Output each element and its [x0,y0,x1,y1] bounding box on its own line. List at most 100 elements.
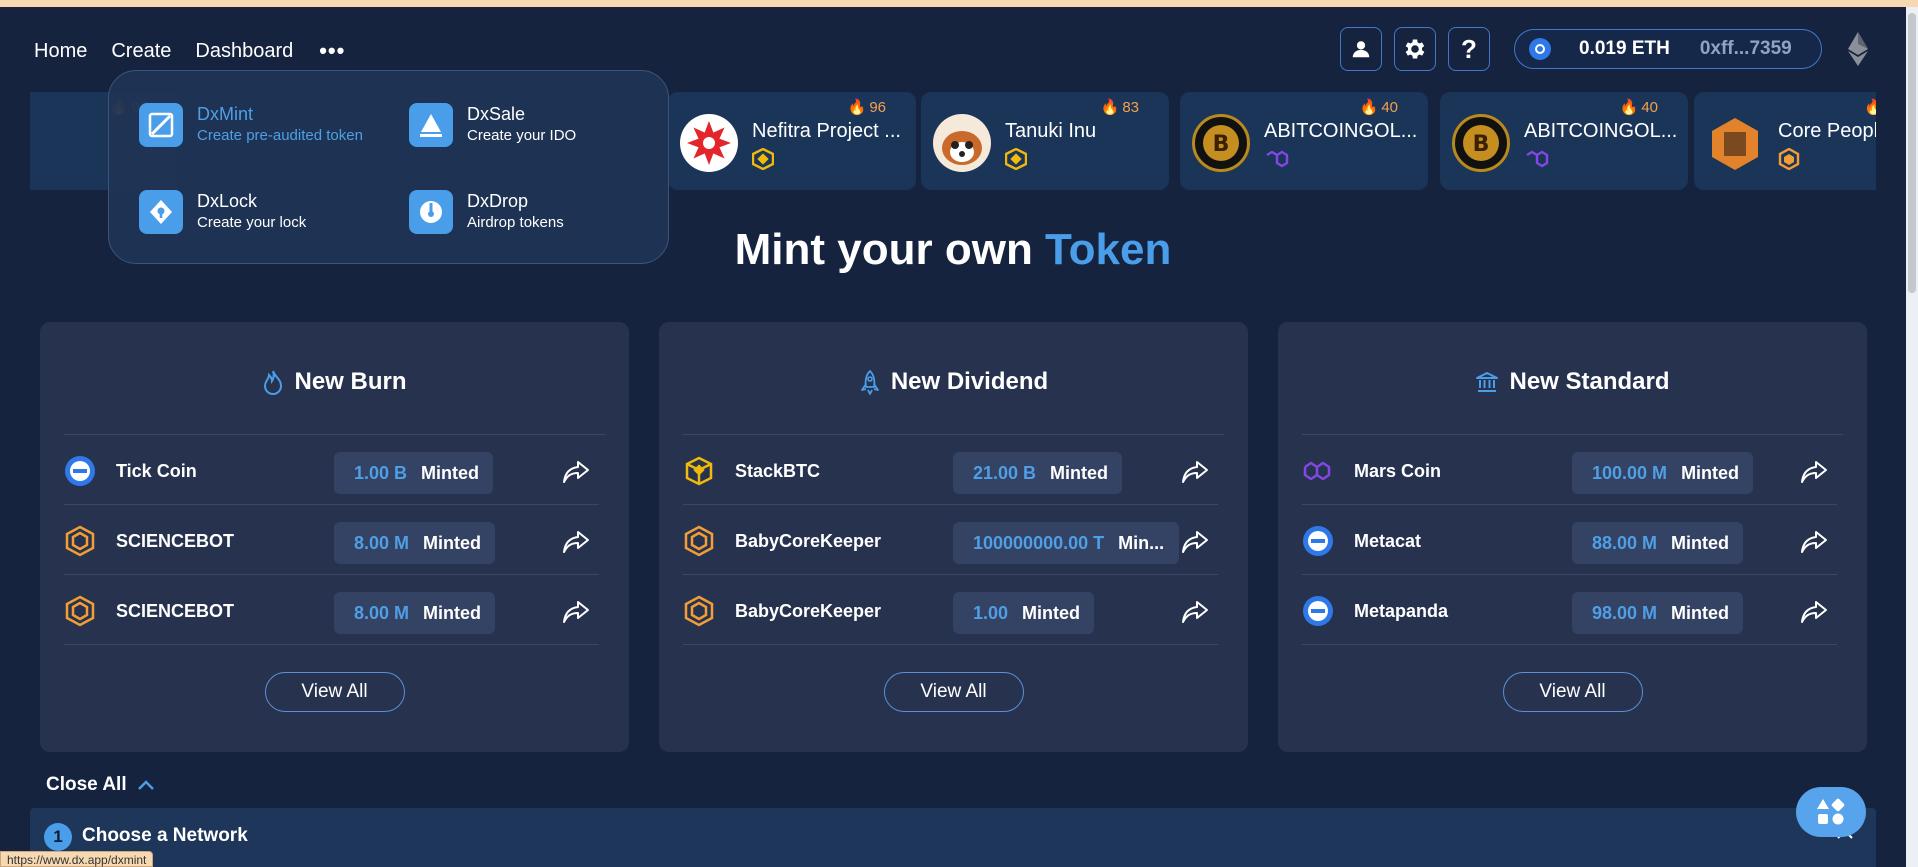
new-standard-panel: New Standard Mars Coin 100.00 M Minted Me… [1278,322,1867,752]
table-row[interactable]: SCIENCEBOT 8.00 M Minted [64,505,599,575]
ticker-token-name: ABITCOINGOL... [1524,120,1678,142]
view-all-button[interactable]: View All [883,672,1024,712]
core-chain-icon [1778,148,1800,170]
menu-item-subtitle: Create pre-audited token [197,127,363,144]
share-icon[interactable] [1180,457,1210,487]
ticker-card[interactable]: 🔥 Core People [1694,92,1876,190]
token-name: Tick Coin [116,461,197,481]
table-row[interactable]: Tick Coin 1.00 B Minted [64,435,599,505]
nav-create-link[interactable]: Create [111,40,171,63]
menu-item-dxlock[interactable]: DxLock Create your lock [139,190,306,234]
core-hex-icon [65,595,95,627]
view-all-button[interactable]: View All [1502,672,1643,712]
rocket-icon [860,370,879,395]
eth-coin-icon [1303,526,1333,556]
ticker-card[interactable]: 🔥 96 Nefitra Project ... [668,92,916,190]
eth-coin-icon [1529,38,1551,60]
panel-title: New Standard [1509,368,1670,395]
menu-item-subtitle: Airdrop tokens [467,214,564,231]
flame-icon: 🔥 [1359,99,1379,116]
polygon-chain-icon [1526,150,1549,168]
step-title: Choose a Network [82,825,248,846]
ticker-card[interactable]: 🔥 40 B ABITCOINGOL... [1440,92,1688,190]
bank-icon [1476,372,1499,392]
core-hex-icon [684,595,714,627]
trending-score: 🔥 96 [847,98,886,117]
close-all-toggle[interactable]: Close All [46,774,155,796]
token-logo [933,114,991,172]
token-name: SCIENCEBOT [116,601,235,621]
polygon-chain-icon [1266,150,1289,168]
shapes-icon [1817,798,1845,825]
ticker-token-name: ABITCOINGOL... [1264,120,1418,142]
token-name: Metacat [1354,531,1422,551]
eth-coin-icon [1303,596,1333,626]
menu-item-title: DxLock [197,191,258,211]
nav-more-button[interactable]: ••• [319,38,345,64]
ticker-token-name: Nefitra Project ... [752,120,901,142]
share-icon[interactable] [1180,527,1210,557]
menu-item-dxsale[interactable]: DxSale Create your IDO [409,103,576,147]
nav-dashboard-link[interactable]: Dashboard [195,40,293,63]
share-icon[interactable] [1799,597,1829,627]
dxlock-icon [139,190,183,234]
panel-title: New Dividend [890,368,1049,395]
main-nav: Home Create Dashboard ••• [34,38,345,64]
dxsale-icon [409,103,453,147]
wallet-button[interactable]: 0.019 ETH 0xff...7359 [1514,29,1822,69]
table-row[interactable]: BabyCoreKeeper 1.00 Minted [683,575,1218,645]
flame-icon [264,370,283,395]
menu-item-title: DxMint [197,104,254,124]
bnb-cube-icon [685,456,713,486]
table-row[interactable]: SCIENCEBOT 8.00 M Minted [64,575,599,645]
table-row[interactable]: Metapanda 98.00 M Minted [1302,575,1837,645]
ticker-card[interactable]: 🔥 83 Tanuki Inu [921,92,1169,190]
eth-coin-icon [65,456,95,486]
minted-pill: 1.00 B Minted [334,452,494,494]
header-actions: ? 0.019 ETH 0xff...7359 [1340,27,1822,71]
share-icon[interactable] [1180,597,1210,627]
share-icon[interactable] [561,597,591,627]
svg-text:B: B [1213,132,1230,157]
scrollbar-thumb[interactable] [1908,13,1916,293]
share-icon[interactable] [1799,457,1829,487]
settings-button[interactable] [1394,27,1436,71]
dxdrop-icon [409,190,453,234]
ticker-card[interactable]: 🔥 40 B ABITCOINGOL... [1180,92,1428,190]
profile-button[interactable] [1340,27,1382,71]
status-bar-url: https://www.dx.app/dxmint [0,851,154,867]
share-icon[interactable] [561,457,591,487]
trending-score: 🔥 40 [1619,98,1658,117]
share-icon[interactable] [561,527,591,557]
minted-pill: 100000000.00 T Min... [953,522,1179,564]
apps-fab-button[interactable] [1796,787,1866,837]
table-row[interactable]: StackBTC 21.00 B Minted [683,435,1218,505]
minted-pill: 98.00 M Minted [1572,592,1744,634]
minted-pill: 21.00 B Minted [953,452,1123,494]
view-all-button[interactable]: View All [264,672,405,712]
table-row[interactable]: Mars Coin 100.00 M Minted [1302,435,1837,505]
token-logo: B [1192,114,1250,172]
wallet-address: 0xff...7359 [1699,38,1792,59]
choose-network-step[interactable]: 1 Choose a Network [30,808,1876,867]
core-hex-icon [65,525,95,557]
table-row[interactable]: BabyCoreKeeper 100000000.00 T Min... [683,505,1218,575]
menu-item-subtitle: Create your IDO [467,127,577,144]
token-logo [680,114,738,172]
share-icon[interactable] [1799,527,1829,557]
trending-score: 🔥 83 [1100,98,1139,117]
gear-icon [1405,39,1425,59]
menu-item-dxmint[interactable]: DxMint Create pre-audited token [139,103,363,147]
flame-icon: 🔥 [1619,99,1639,116]
ethereum-network-icon[interactable] [1848,32,1868,66]
minted-pill: 88.00 M Minted [1572,522,1744,564]
page-scrollbar[interactable] [1906,7,1918,867]
question-icon: ? [1461,33,1477,64]
help-button[interactable]: ? [1448,27,1490,71]
nav-home-link[interactable]: Home [34,40,87,63]
token-name: StackBTC [735,461,821,481]
menu-item-dxdrop[interactable]: DxDrop Airdrop tokens [409,190,564,234]
table-row[interactable]: Metacat 88.00 M Minted [1302,505,1837,575]
menu-item-title: DxSale [467,104,526,124]
svg-text:B: B [1473,132,1490,157]
